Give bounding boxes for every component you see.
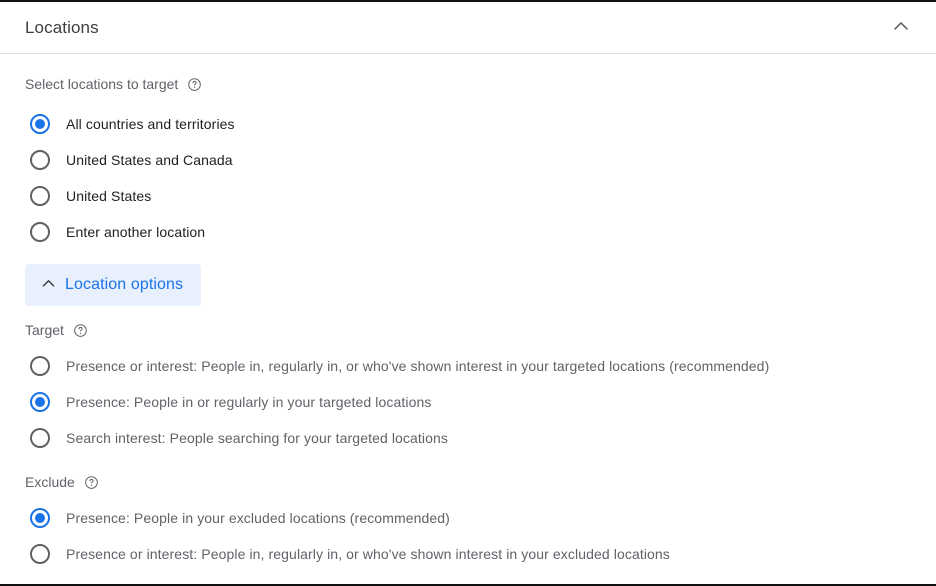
location-options-toggle-button[interactable]: Location options [25,264,202,306]
radio-target-presence-or-interest[interactable]: Presence or interest: People in, regular… [25,348,911,384]
radio-label: United States and Canada [66,152,233,168]
radio-mark [30,508,50,528]
chevron-up-icon [890,15,912,40]
radio-exclude-presence[interactable]: Presence: People in your excluded locati… [25,500,911,536]
target-section: Target Presence or interest: People in, … [25,322,911,456]
target-label-row: Target [25,322,911,338]
collapse-panel-button[interactable] [884,11,918,45]
radio-target-presence[interactable]: Presence: People in or regularly in your… [25,384,911,420]
panel-body: Select locations to target All countries… [0,54,936,572]
radio-label: Enter another location [66,224,206,240]
chevron-up-icon [39,274,58,296]
target-mode-radio-group: Presence or interest: People in, regular… [25,348,911,456]
exclude-label: Exclude [25,474,75,490]
radio-mark [30,186,50,206]
page-title: Locations [25,17,99,37]
target-location-radio-group: All countries and territories United Sta… [25,106,911,250]
location-options-label: Location options [65,276,184,293]
radio-united-states-and-canada[interactable]: United States and Canada [25,142,911,178]
radio-label: Search interest: People searching for yo… [66,430,448,446]
radio-label: Presence: People in or regularly in your… [66,394,432,410]
help-circle-icon[interactable] [84,475,99,490]
radio-target-search-interest[interactable]: Search interest: People searching for yo… [25,420,911,456]
radio-mark [30,150,50,170]
location-options-toggle-wrap: Location options [25,264,911,306]
panel-header: Locations [0,2,936,54]
radio-mark [30,356,50,376]
exclude-section: Exclude Presence: People in your exclude… [25,474,911,572]
select-locations-label: Select locations to target [25,76,179,92]
radio-label: Presence: People in your excluded locati… [66,510,450,526]
radio-all-countries-and-territories[interactable]: All countries and territories [25,106,911,142]
radio-united-states[interactable]: United States [25,178,911,214]
radio-mark [30,392,50,412]
radio-label: Presence or interest: People in, regular… [66,546,670,562]
radio-mark [30,114,50,134]
select-locations-label-row: Select locations to target [25,76,911,92]
radio-enter-another-location[interactable]: Enter another location [25,214,911,250]
help-circle-icon[interactable] [73,323,88,338]
target-label: Target [25,322,64,338]
radio-exclude-presence-or-interest[interactable]: Presence or interest: People in, regular… [25,536,911,572]
exclude-mode-radio-group: Presence: People in your excluded locati… [25,500,911,572]
radio-label: United States [66,188,152,204]
radio-label: Presence or interest: People in, regular… [66,358,770,374]
locations-settings-panel: Locations Select locations to target All… [0,0,936,586]
exclude-label-row: Exclude [25,474,911,490]
radio-mark [30,544,50,564]
radio-mark [30,428,50,448]
radio-mark [30,222,50,242]
radio-label: All countries and territories [66,116,235,132]
help-circle-icon[interactable] [187,77,202,92]
